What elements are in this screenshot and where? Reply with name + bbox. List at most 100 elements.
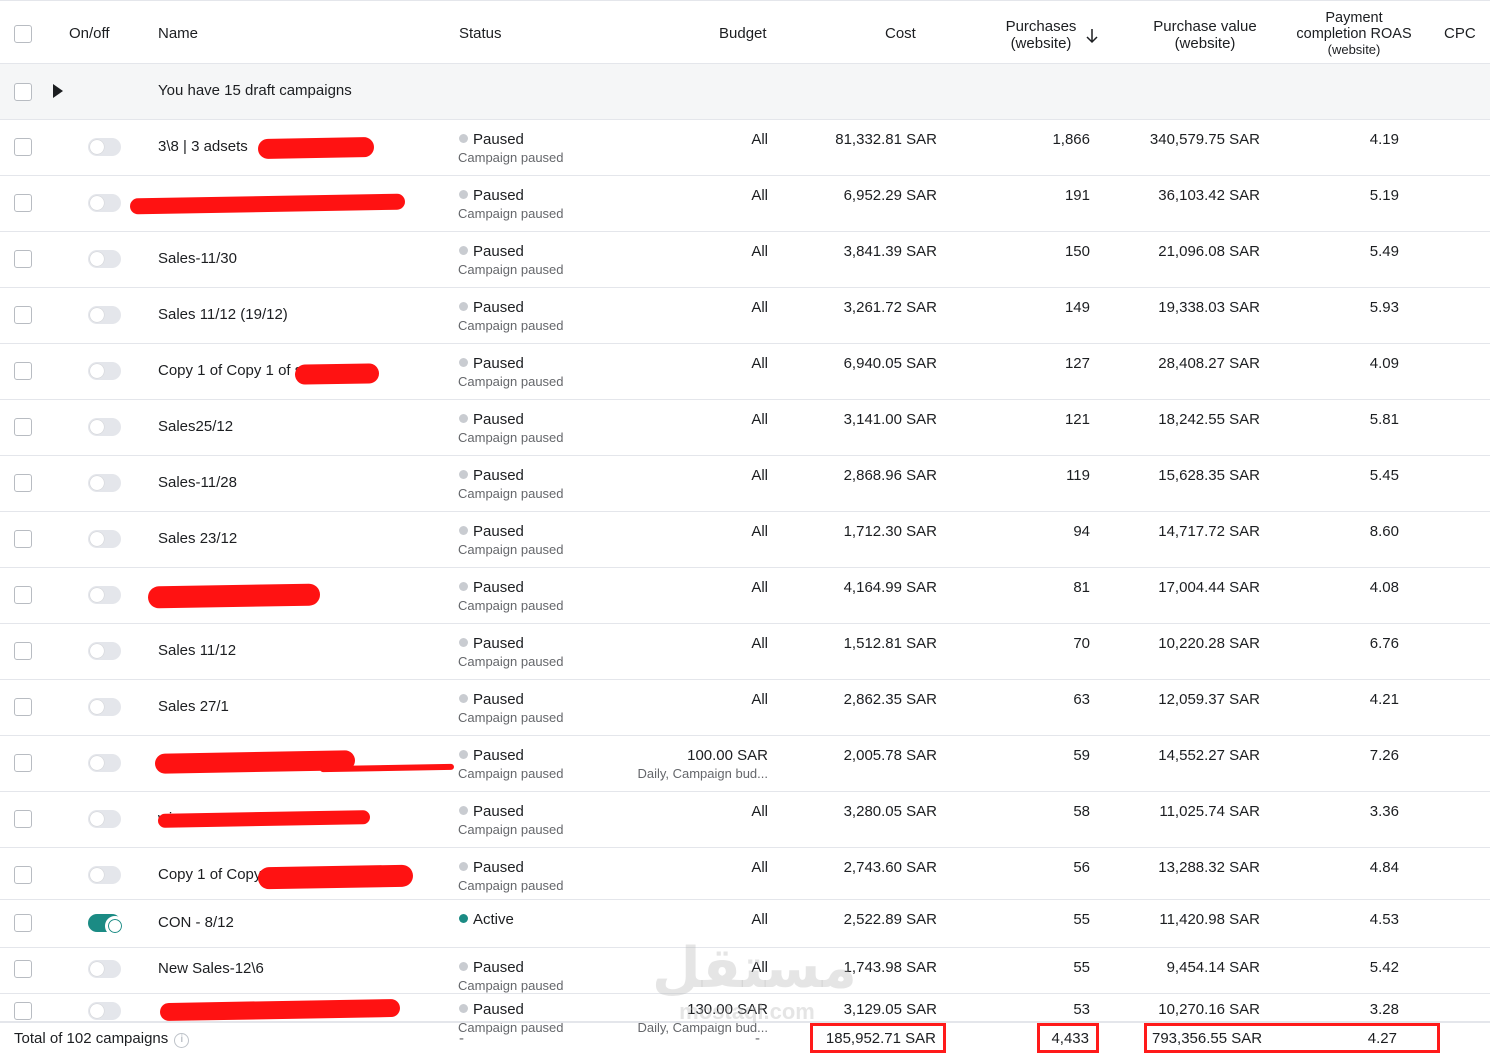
row-checkbox[interactable] — [14, 362, 32, 380]
on-off-toggle[interactable] — [88, 754, 121, 772]
header-purchase-value-line2: (website) — [1174, 35, 1236, 52]
on-off-toggle[interactable] — [88, 362, 121, 380]
on-off-toggle[interactable] — [88, 1002, 121, 1020]
status: Paused — [459, 131, 524, 148]
draft-checkbox[interactable] — [14, 83, 32, 101]
header-cost[interactable]: Cost — [885, 25, 916, 42]
campaign-name[interactable]: Sales 27/1 — [158, 698, 229, 715]
table-row[interactable]: 3\8 | 3 adsets Paused Campaign paused All 81… — [0, 120, 1490, 176]
on-off-toggle[interactable] — [88, 194, 121, 212]
header-cpc[interactable]: CPC — [1444, 25, 1476, 42]
row-checkbox[interactable] — [14, 960, 32, 978]
select-all-checkbox[interactable] — [14, 25, 32, 43]
status-text: Paused — [473, 803, 524, 820]
campaign-name[interactable]: Sales 23/12 — [158, 530, 237, 547]
table-row[interactable]: New Sales-12\6 Paused Campaign paused All 1,… — [0, 948, 1490, 994]
campaign-name[interactable]: 3\8 | 3 adsets — [158, 138, 248, 155]
roas: 3.36 — [1369, 803, 1399, 820]
row-checkbox[interactable] — [14, 586, 32, 604]
on-off-toggle[interactable] — [88, 642, 121, 660]
header-roas[interactable]: Payment completion ROAS (website) — [1284, 10, 1424, 58]
row-checkbox[interactable] — [14, 914, 32, 932]
status-text: Paused — [473, 299, 524, 316]
status-text: Paused — [473, 355, 524, 372]
status-dot-icon — [459, 190, 468, 199]
on-off-toggle[interactable] — [88, 914, 125, 936]
cost: 2,743.60 SAR — [843, 859, 937, 876]
table-row[interactable]: Sales25/12 Paused Campaign paused All 3,141.… — [0, 400, 1490, 456]
status: Paused — [459, 355, 524, 372]
row-checkbox[interactable] — [14, 474, 32, 492]
on-off-toggle[interactable] — [88, 306, 121, 324]
row-checkbox[interactable] — [14, 642, 32, 660]
campaign-name[interactable]: Sales 11/12 (19/12) — [158, 306, 288, 323]
expand-caret-icon[interactable] — [53, 84, 63, 98]
purchase-value: 13,288.32 SAR — [1158, 859, 1260, 876]
status: Paused — [459, 411, 524, 428]
status-dot-icon — [459, 862, 468, 871]
header-on-off[interactable]: On/off — [69, 25, 110, 42]
cost: 3,141.00 SAR — [843, 411, 937, 428]
row-checkbox[interactable] — [14, 698, 32, 716]
campaign-name[interactable]: Sales-11/30 — [158, 250, 237, 267]
row-checkbox[interactable] — [14, 306, 32, 324]
on-off-toggle[interactable] — [88, 474, 121, 492]
row-checkbox[interactable] — [14, 418, 32, 436]
on-off-toggle[interactable] — [88, 418, 121, 436]
campaign-name[interactable]: CON - 8/12 — [158, 914, 234, 931]
campaign-name[interactable]: Copy 1 of Copy — [158, 866, 261, 883]
info-icon[interactable]: i — [174, 1033, 190, 1048]
header-budget[interactable]: Budget — [719, 25, 767, 42]
campaign-name[interactable]: Sales 11/12 — [158, 642, 236, 659]
status-sub: Campaign paused — [458, 262, 564, 277]
table-row[interactable]: Sales-11/28 Paused Campaign paused All 2,868… — [0, 456, 1490, 512]
draft-campaigns-row[interactable]: You have 15 draft campaigns — [0, 64, 1490, 120]
on-off-toggle[interactable] — [88, 960, 121, 978]
row-checkbox[interactable] — [14, 194, 32, 212]
row-checkbox[interactable] — [14, 810, 32, 828]
header-purchases[interactable]: Purchases (website) — [990, 18, 1092, 52]
purchases: 55 — [1073, 911, 1090, 928]
row-checkbox[interactable] — [14, 530, 32, 548]
status-text: Paused — [473, 859, 524, 876]
table-row[interactable]: Sales 11/12 Paused Campaign paused All 1,512… — [0, 624, 1490, 680]
cost: 3,280.05 SAR — [843, 803, 937, 820]
on-off-toggle[interactable] — [88, 810, 121, 828]
table-row[interactable]: Copy 1 of Copy 1 of sm... Paused Campaign … — [0, 344, 1490, 400]
cost: 2,862.35 SAR — [843, 691, 937, 708]
sort-descending-icon[interactable] — [1085, 27, 1099, 45]
row-checkbox[interactable] — [14, 138, 32, 156]
on-off-toggle[interactable] — [88, 586, 121, 604]
row-checkbox[interactable] — [14, 250, 32, 268]
purchase-value: 28,408.27 SAR — [1158, 355, 1260, 372]
purchase-value: 36,103.42 SAR — [1158, 187, 1260, 204]
table-row[interactable]: Sales 27/1 Paused Campaign paused All 2,862.… — [0, 680, 1490, 736]
budget: All — [751, 467, 768, 484]
campaign-name[interactable]: Sales-11/28 — [158, 474, 237, 491]
budget: All — [751, 959, 768, 976]
on-off-toggle[interactable] — [88, 250, 121, 268]
on-off-toggle[interactable] — [88, 138, 121, 156]
header-status[interactable]: Status — [459, 25, 502, 42]
on-off-toggle[interactable] — [88, 866, 121, 884]
header-purchase-value[interactable]: Purchase value (website) — [1140, 18, 1270, 52]
header-name[interactable]: Name — [158, 25, 198, 42]
table-row[interactable]: Copy 1 of Copy Paused Campaign paused All 2,… — [0, 848, 1490, 900]
budget: All — [751, 411, 768, 428]
on-off-toggle[interactable] — [88, 698, 121, 716]
campaign-name[interactable]: Sales25/12 — [158, 418, 233, 435]
roas: 4.19 — [1369, 131, 1399, 148]
row-checkbox[interactable] — [14, 754, 32, 772]
table-row[interactable]: CON - 8/12 Active All 2,522.89 SAR 55 11,420.… — [0, 900, 1490, 948]
on-off-toggle[interactable] — [88, 530, 121, 548]
row-checkbox[interactable] — [14, 866, 32, 884]
table-row[interactable]: Sales 11/12 (19/12) Paused Campaign paused… — [0, 288, 1490, 344]
total-status: - — [459, 1030, 464, 1047]
redaction-mark — [294, 363, 380, 385]
table-row[interactable]: Sales 23/12 Paused Campaign paused All 1,712… — [0, 512, 1490, 568]
table-row[interactable]: Sales-11/30 Paused Campaign paused All 3,841… — [0, 232, 1490, 288]
campaign-name[interactable]: New Sales-12\6 — [158, 960, 264, 977]
row-checkbox[interactable] — [14, 1002, 32, 1020]
purchases: 58 — [1073, 803, 1090, 820]
purchases: 53 — [1073, 1001, 1090, 1018]
